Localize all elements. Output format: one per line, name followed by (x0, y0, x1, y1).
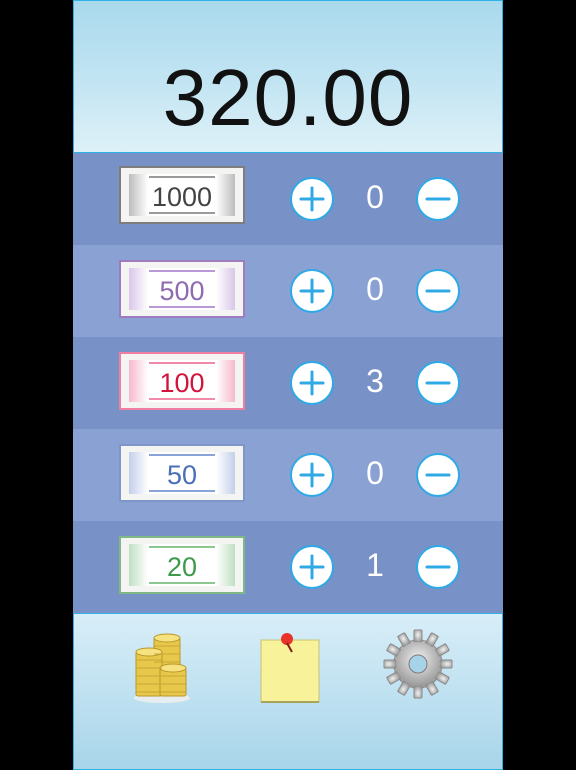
sticky-note-icon (260, 633, 320, 703)
plus-icon (299, 186, 325, 212)
plus-icon (299, 278, 325, 304)
count-500: 0 (366, 271, 384, 307)
plus-icon (299, 462, 325, 488)
minus-icon (425, 381, 451, 385)
plus-icon (299, 554, 325, 580)
increment-button-20[interactable] (290, 545, 334, 589)
total-display: 320.00 (73, 0, 503, 153)
toolbar (73, 613, 503, 770)
count-20: 1 (366, 547, 384, 583)
denomination-list: 1000 0 500 0 100 3 50 0 20 1 (73, 153, 503, 613)
banknote-label: 500 (159, 276, 205, 306)
decrement-button-20[interactable] (416, 545, 460, 589)
gear-icon (383, 629, 453, 699)
increment-button-500[interactable] (290, 269, 334, 313)
decrement-button-1000[interactable] (416, 177, 460, 221)
banknote-500: 500 (119, 260, 245, 318)
banknote-label: 1000 (151, 182, 213, 212)
decrement-button-500[interactable] (416, 269, 460, 313)
banknote-label: 50 (166, 460, 198, 490)
denomination-row-50: 50 0 (73, 429, 503, 521)
increment-button-1000[interactable] (290, 177, 334, 221)
minus-icon (425, 565, 451, 569)
denomination-row-20: 20 1 (73, 521, 503, 613)
coins-button[interactable] (132, 630, 194, 704)
decrement-button-100[interactable] (416, 361, 460, 405)
count-1000: 0 (366, 179, 384, 215)
banknote-1000: 1000 (119, 166, 245, 224)
banknote-label: 20 (166, 552, 198, 582)
increment-button-100[interactable] (290, 361, 334, 405)
count-50: 0 (366, 455, 384, 491)
denomination-row-1000: 1000 0 (73, 153, 503, 245)
increment-button-50[interactable] (290, 453, 334, 497)
count-100: 3 (366, 363, 384, 399)
banknote-100: 100 (119, 352, 245, 410)
banknote-label: 100 (159, 368, 205, 398)
coins-icon (134, 633, 190, 703)
notes-button[interactable] (258, 630, 322, 706)
settings-button[interactable] (382, 628, 454, 700)
decrement-button-50[interactable] (416, 453, 460, 497)
denomination-row-500: 500 0 (73, 245, 503, 337)
total-amount: 320.00 (162, 52, 414, 142)
banknote-50: 50 (119, 444, 245, 502)
minus-icon (425, 197, 451, 201)
app-window: 320.00 1000 0 500 0 100 3 50 0 20 1 (73, 0, 503, 770)
minus-icon (425, 473, 451, 477)
denomination-row-100: 100 3 (73, 337, 503, 429)
banknote-20: 20 (119, 536, 245, 594)
plus-icon (299, 370, 325, 396)
minus-icon (425, 289, 451, 293)
